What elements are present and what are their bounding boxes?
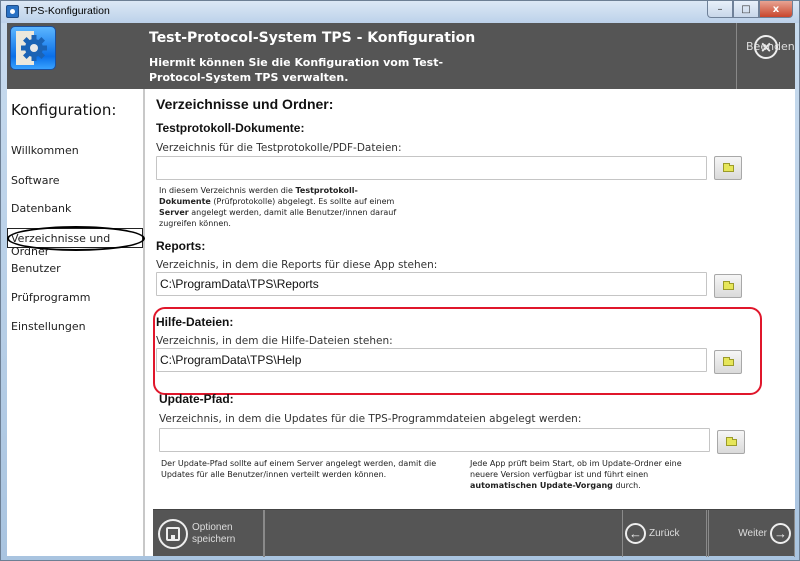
minimize-button[interactable]: – [707,1,733,18]
update-browse-button[interactable] [717,430,745,454]
app-logo [10,26,56,70]
next-label: Weiter [738,528,767,539]
next-button[interactable]: Weiter → [708,510,795,557]
maximize-button[interactable]: □ [733,1,759,18]
save-options-button[interactable]: Optionen speichern [153,510,265,557]
testprotokoll-path-input[interactable] [156,156,707,180]
exit-button[interactable]: × Beenden [736,23,795,89]
sidebar-item-verzeichnisse[interactable]: Verzeichnisse und Ordner [7,226,145,258]
client-area: Test-Protocol-System TPS - Konfiguration… [7,23,795,557]
reports-label: Verzeichnis, in dem die Reports für dies… [156,259,438,271]
folder-icon [723,163,734,172]
reports-path-input[interactable]: C:\ProgramData\TPS\Reports [156,272,707,296]
update-path-input[interactable] [159,428,710,452]
update-note-left: Der Update-Pfad sollte auf einem Server … [161,459,437,479]
testprotokoll-browse-button[interactable] [714,156,742,180]
main-content: Verzeichnisse und Ordner: Testprotokoll-… [147,89,795,509]
folder-icon [726,437,737,446]
testprotokoll-note: In diesem Verzeichnis werden die Testpro… [159,186,397,228]
section-heading-reports: Reports: [156,239,206,253]
close-button[interactable]: x [759,1,793,18]
page-title: Verzeichnisse und Ordner: [156,96,334,112]
arrow-left-icon: ← [625,523,646,544]
update-note-right: Jede App prüft beim Start, ob im Update-… [470,459,682,490]
header: Test-Protocol-System TPS - Konfiguration… [7,23,795,89]
folder-icon [723,357,734,366]
testprotokoll-label: Verzeichnis für die Testprotokolle/PDF-D… [156,142,402,154]
sidebar-heading: Konfiguration: [11,101,117,119]
title-bar[interactable]: TPS-Konfiguration – □ x [1,1,799,23]
sidebar-item-software[interactable]: Software [11,174,60,187]
hilfe-path-input[interactable]: C:\ProgramData\TPS\Help [156,348,707,372]
save-label: Optionen speichern [192,521,236,545]
hilfe-label: Verzeichnis, in dem die Hilfe-Dateien st… [156,335,393,347]
sidebar-item-benutzer[interactable]: Benutzer [11,262,61,275]
window-title: TPS-Konfiguration [24,5,110,17]
sidebar: Konfiguration: Willkommen Software Daten… [7,89,145,556]
header-title: Test-Protocol-System TPS - Konfiguration [149,30,476,46]
section-heading-update: Update-Pfad: [159,392,234,406]
folder-icon [723,281,734,290]
save-icon [158,518,188,549]
arrow-right-icon: → [770,523,791,544]
sidebar-item-willkommen[interactable]: Willkommen [11,144,79,157]
reports-browse-button[interactable] [714,274,742,298]
gear-icon [21,35,47,61]
window-controls: – □ x [707,1,793,18]
application-window: TPS-Konfiguration – □ x Test-Protocol-Sy… [0,0,800,561]
back-button[interactable]: ← Zurück [622,510,707,557]
sidebar-item-pruefprogramm[interactable]: Prüfprogramm [11,291,90,304]
exit-label: Beenden [746,40,795,53]
hilfe-browse-button[interactable] [714,350,742,374]
back-label: Zurück [649,528,680,539]
sidebar-item-datenbank[interactable]: Datenbank [11,202,71,215]
header-subtitle: Hiermit können Sie die Konfiguration vom… [149,56,444,84]
section-heading-testprotokoll: Testprotokoll-Dokumente: [156,121,305,135]
update-label: Verzeichnis, in dem die Updates für die … [159,413,582,425]
section-heading-hilfe: Hilfe-Dateien: [156,315,234,329]
bottom-toolbar: Optionen speichern ← Zurück Weiter → [153,509,795,557]
sidebar-item-einstellungen[interactable]: Einstellungen [11,320,86,333]
app-icon [6,5,19,18]
sidebar-item-label: Verzeichnisse und Ordner [11,232,111,258]
